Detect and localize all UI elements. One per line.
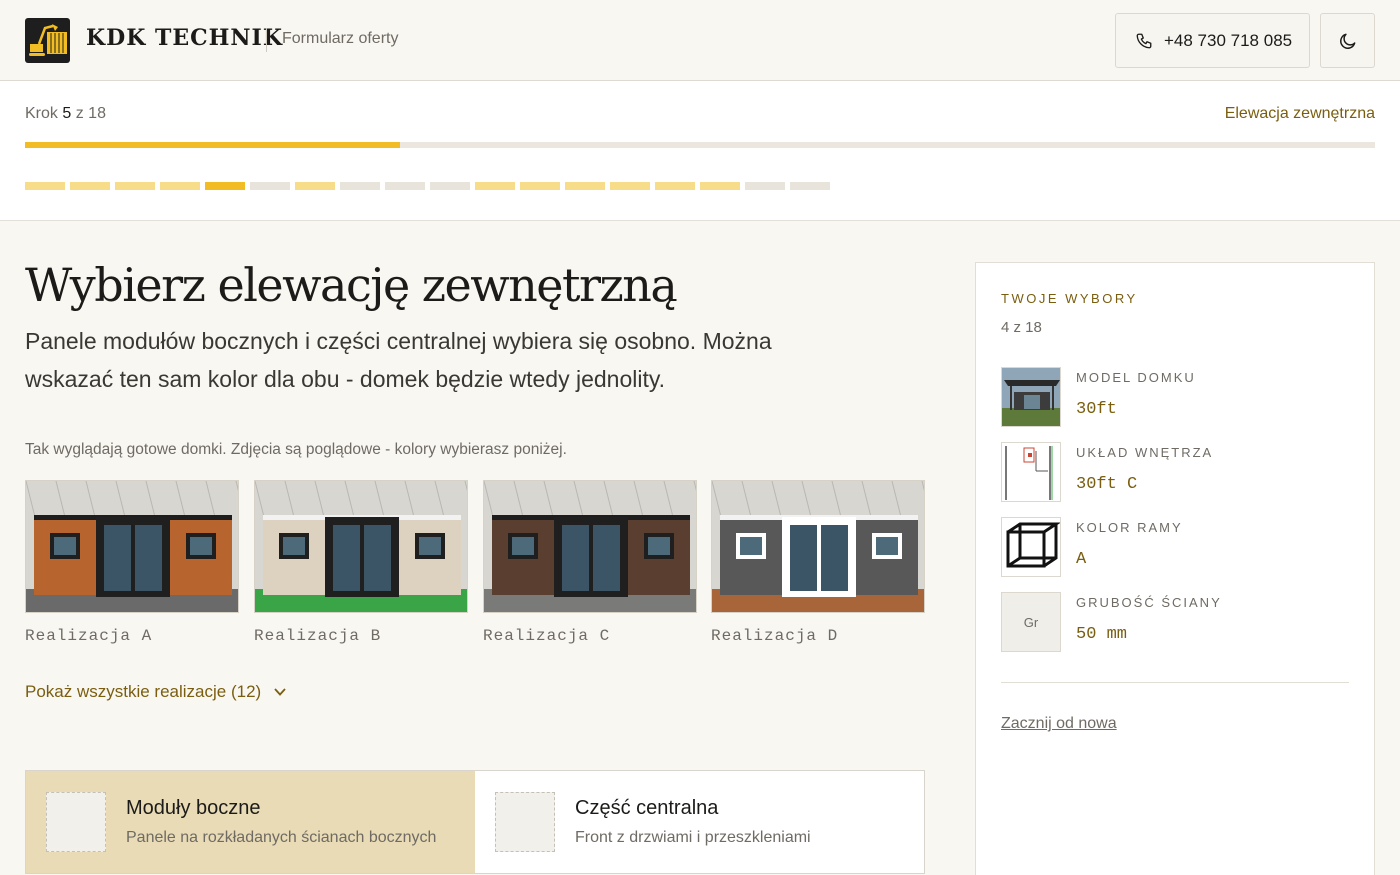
gallery-item[interactable]: Realizacja A xyxy=(25,480,239,645)
choice-frame-color[interactable]: KOLOR RAMY A xyxy=(1001,517,1351,579)
step-segment-12[interactable] xyxy=(520,182,560,190)
step-name: Elewacja zewnętrzna xyxy=(1224,105,1375,122)
gallery-caption: Realizacja B xyxy=(254,627,382,645)
step-prefix: Krok xyxy=(25,105,58,122)
step-segment-17[interactable] xyxy=(745,182,785,190)
gallery-item[interactable]: Realizacja C xyxy=(483,480,697,645)
choice-label: KOLOR RAMY xyxy=(1076,520,1183,535)
gallery-item[interactable]: Realizacja B xyxy=(254,480,468,645)
moon-icon xyxy=(1340,33,1356,49)
phone-icon xyxy=(1136,33,1152,49)
tab-title: Część centralna xyxy=(575,797,719,819)
gallery-photo[interactable] xyxy=(483,480,697,613)
choice-value: 50 mm xyxy=(1076,625,1128,644)
theme-toggle-button[interactable] xyxy=(1320,13,1375,68)
choice-layout[interactable]: UKŁAD WNĘTRZA 30ft C xyxy=(1001,442,1351,504)
phone-button[interactable]: +48 730 718 085 xyxy=(1115,13,1310,68)
choice-model[interactable]: MODEL DOMKU 30ft xyxy=(1001,367,1351,429)
show-all-realizations-link[interactable]: Pokaż wszystkie realizacje (12) xyxy=(25,682,287,702)
choice-value: 30ft xyxy=(1076,400,1117,419)
gallery-photo[interactable] xyxy=(25,480,239,613)
floor-plan-thumb-icon xyxy=(1001,442,1061,502)
choices-summary: TWOJE WYBORY 4 z 18 MODEL DOMKU 30ft UKŁ… xyxy=(975,262,1375,875)
choice-label: UKŁAD WNĘTRZA xyxy=(1076,445,1214,460)
tab-subtitle: Front z drzwiami i przeszkleniami xyxy=(575,829,811,846)
page-lead: Panele modułów bocznych i części central… xyxy=(25,328,772,392)
gallery-caption: Realizacja C xyxy=(483,627,611,645)
choice-wall-thickness[interactable]: Gr GRUBOŚĆ ŚCIANY 50 mm xyxy=(1001,592,1351,654)
choice-value: A xyxy=(1076,550,1087,569)
color-swatch-empty xyxy=(495,792,555,852)
tab-title: Moduły boczne xyxy=(126,797,261,819)
step-suffix: z 18 xyxy=(75,105,106,122)
brand-logo[interactable] xyxy=(25,18,70,63)
gallery-note: Tak wyglądają gotowe domki. Zdjęcia są p… xyxy=(25,441,567,458)
step-segment-6[interactable] xyxy=(250,182,290,190)
gallery-item[interactable]: Realizacja D xyxy=(711,480,925,645)
page-title: Wybierz elewację zewnętrzną xyxy=(25,258,678,312)
step-segment-4[interactable] xyxy=(160,182,200,190)
top-header: KDK TECHNIK Formularz oferty +48 730 718… xyxy=(0,0,1400,81)
brand-subtitle: Formularz oferty xyxy=(282,30,399,47)
progress-section: Krok 5 z 18 Elewacja zewnętrzna xyxy=(0,81,1400,221)
panel-tabs: Moduły boczne Panele na rozkładanych ści… xyxy=(25,770,925,874)
step-counter: Krok 5 z 18 xyxy=(25,105,106,123)
step-segment-14[interactable] xyxy=(610,182,650,190)
summary-count: 4 z 18 xyxy=(1001,319,1042,336)
gallery-caption: Realizacja D xyxy=(711,627,839,645)
step-segment-5[interactable] xyxy=(205,182,245,190)
choice-label: MODEL DOMKU xyxy=(1076,370,1196,385)
show-all-label: Pokaż wszystkie realizacje (12) xyxy=(25,682,262,701)
gallery-photo[interactable] xyxy=(711,480,925,613)
wall-thickness-thumb: Gr xyxy=(1001,592,1061,652)
gallery-caption: Realizacja A xyxy=(25,627,153,645)
summary-heading: TWOJE WYBORY xyxy=(1001,291,1138,306)
step-segment-13[interactable] xyxy=(565,182,605,190)
tab-subtitle: Panele na rozkładanych ścianach bocznych xyxy=(126,829,437,846)
progress-bar xyxy=(25,142,1375,148)
progress-bar-fill xyxy=(25,142,401,148)
tab-side-modules[interactable]: Moduły boczne Panele na rozkładanych ści… xyxy=(26,771,475,873)
realization-gallery: Realizacja A Realizacja B Realizacja C R… xyxy=(25,480,925,650)
gallery-photo[interactable] xyxy=(254,480,468,613)
step-segment-11[interactable] xyxy=(475,182,515,190)
step-segment-16[interactable] xyxy=(700,182,740,190)
summary-divider xyxy=(1001,682,1349,683)
chevron-down-icon xyxy=(274,688,286,696)
step-segment-8[interactable] xyxy=(340,182,380,190)
reset-link[interactable]: Zacznij od nowa xyxy=(1001,715,1117,733)
step-segment-1[interactable] xyxy=(25,182,65,190)
phone-number: +48 730 718 085 xyxy=(1164,31,1293,50)
choice-label: GRUBOŚĆ ŚCIANY xyxy=(1076,595,1222,610)
step-current: 5 xyxy=(62,105,72,122)
choice-value: 30ft C xyxy=(1076,475,1138,494)
tab-center-part[interactable]: Część centralna Front z drzwiami i przes… xyxy=(475,771,924,873)
step-segment-3[interactable] xyxy=(115,182,155,190)
brand-name: KDK TECHNIK xyxy=(86,25,283,51)
step-segment-10[interactable] xyxy=(430,182,470,190)
color-swatch-empty xyxy=(46,792,106,852)
step-segment-7[interactable] xyxy=(295,182,335,190)
step-segment-18[interactable] xyxy=(790,182,830,190)
excavator-logo-icon xyxy=(29,24,67,56)
step-segment-2[interactable] xyxy=(70,182,110,190)
frame-cube-thumb-icon xyxy=(1001,517,1061,577)
house-photo-thumb-icon xyxy=(1001,367,1061,427)
step-segment-15[interactable] xyxy=(655,182,695,190)
step-segment-9[interactable] xyxy=(385,182,425,190)
brand-divider xyxy=(266,28,267,52)
